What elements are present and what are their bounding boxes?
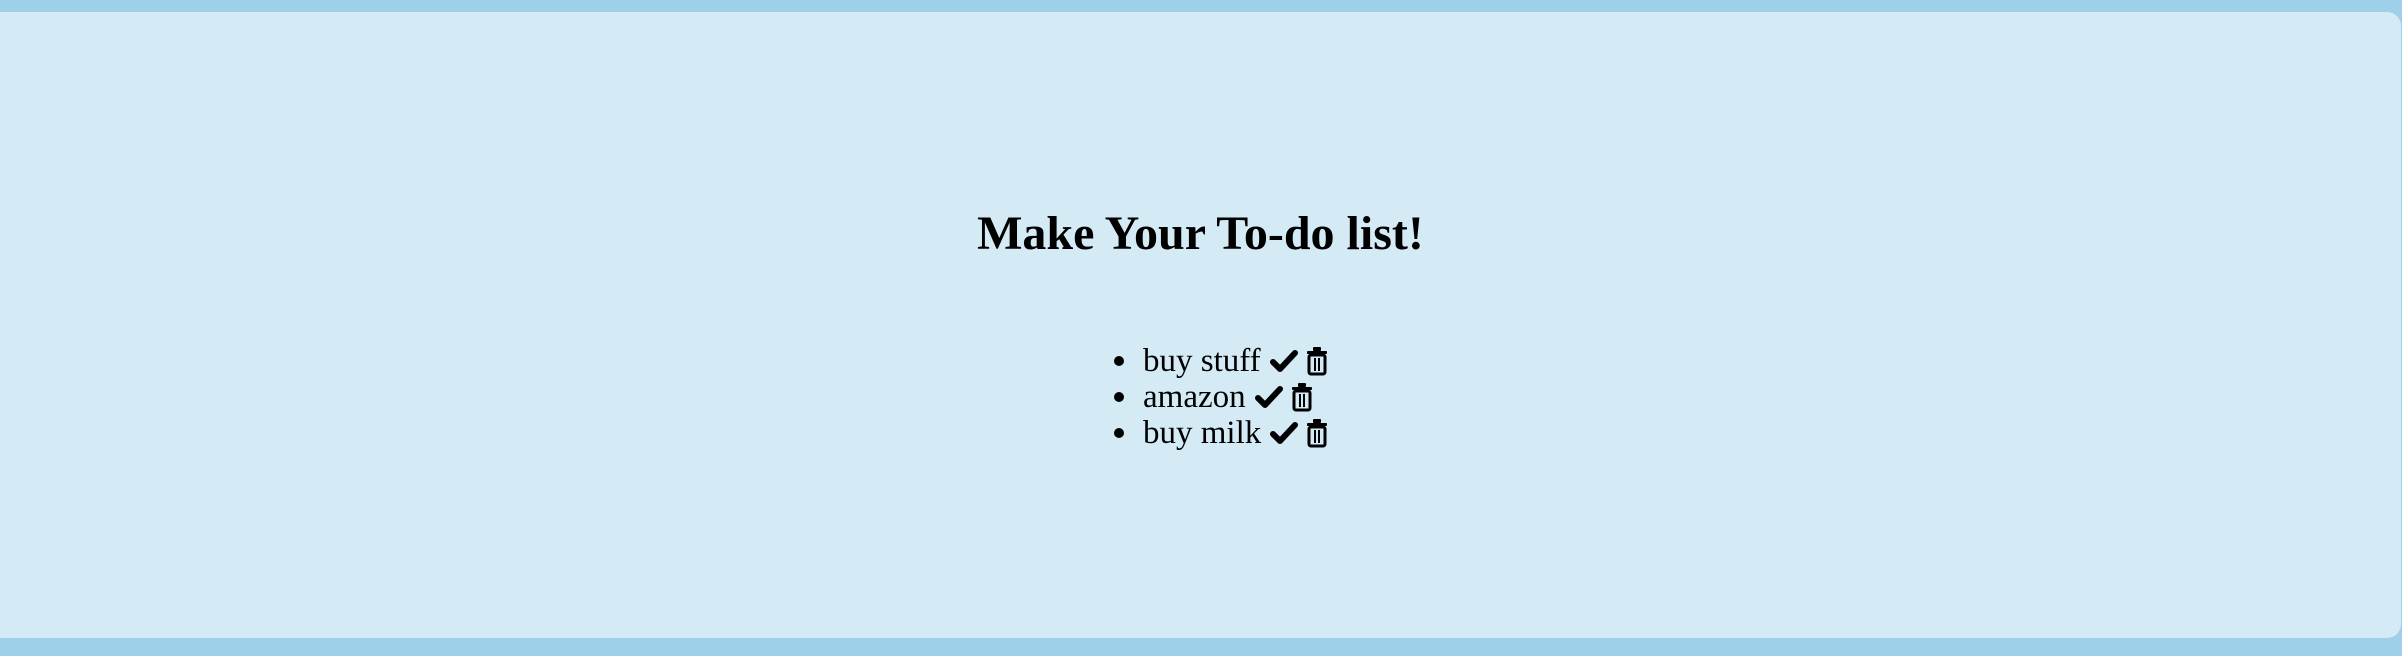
todo-text: amazon <box>1143 379 1246 415</box>
check-icon[interactable] <box>1254 382 1283 412</box>
main-panel: Make Your To-do list! buy stuff amazon b… <box>0 12 2401 638</box>
list-bullet <box>1114 428 1124 438</box>
check-icon[interactable] <box>1270 418 1299 448</box>
todo-item: amazon <box>1114 379 1330 415</box>
todo-text: buy stuff <box>1143 343 1261 379</box>
todo-text: buy milk <box>1143 415 1262 451</box>
trash-icon[interactable] <box>1304 418 1330 448</box>
list-bullet <box>1114 392 1124 402</box>
trash-icon[interactable] <box>1304 346 1330 376</box>
check-icon[interactable] <box>1269 346 1298 376</box>
list-bullet <box>1114 356 1124 366</box>
trash-icon[interactable] <box>1289 382 1315 412</box>
todo-item: buy stuff <box>1114 343 1330 379</box>
todo-item: buy milk <box>1114 415 1330 451</box>
page-title: Make Your To-do list! <box>977 207 1424 260</box>
todo-list: buy stuff amazon buy milk <box>1114 343 1330 451</box>
